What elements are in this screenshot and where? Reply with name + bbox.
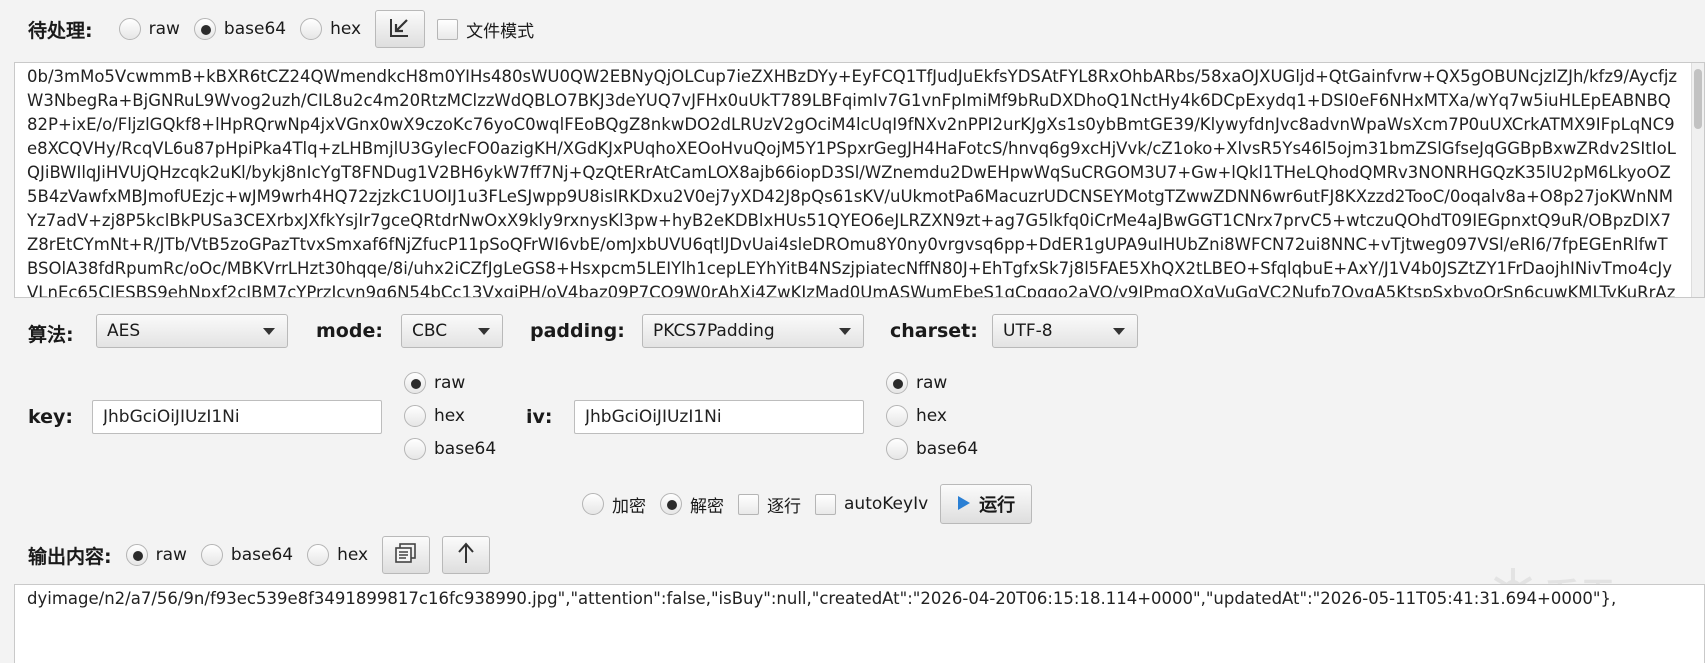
actions-row: 加密 解密 逐行 autoKeyIv 运行 (582, 484, 1033, 524)
mode-select[interactable]: CBC (401, 314, 503, 348)
radio-indicator (886, 438, 908, 460)
radio-indicator (193, 18, 216, 40)
decrypt-radio[interactable]: 解密 (660, 492, 724, 517)
radio-indicator (404, 438, 426, 460)
radio-indicator (118, 18, 141, 40)
key-format-raw[interactable]: raw (404, 372, 496, 394)
mode-label: mode: (316, 320, 383, 342)
file-mode-checkbox[interactable]: 文件模式 (437, 17, 534, 42)
padding-label: padding: (530, 320, 625, 342)
iv-input[interactable] (574, 400, 864, 434)
iv-format-raw[interactable]: raw (886, 372, 978, 394)
radio-indicator (300, 18, 323, 40)
iv-label: iv: (526, 406, 553, 428)
algo-select[interactable]: AES (96, 314, 288, 348)
key-format-group: raw hex base64 (404, 372, 510, 460)
play-icon (957, 494, 971, 515)
input-format-base64[interactable]: base64 (193, 18, 286, 40)
encrypt-radio[interactable]: 加密 (582, 492, 646, 517)
chevron-down-icon (1113, 328, 1125, 335)
chevron-down-icon (478, 328, 490, 335)
scrollbar-thumb[interactable] (1694, 69, 1702, 129)
input-textarea[interactable]: 0b/3mMo5VcwmmB+kBXR6tCZ24QWmendkcH8m0YIH… (14, 62, 1705, 298)
radio-indicator (582, 493, 604, 515)
algo-label: 算法: (28, 324, 74, 346)
output-format-raw[interactable]: raw (125, 544, 187, 566)
input-scrollbar[interactable] (1691, 63, 1704, 297)
key-input[interactable] (92, 400, 382, 434)
radio-indicator (307, 544, 330, 566)
key-format-hex[interactable]: hex (404, 405, 496, 427)
radio-indicator (886, 405, 908, 427)
radio-indicator (886, 372, 908, 394)
checkbox-indicator (815, 493, 836, 515)
charset-label: charset: (890, 320, 978, 342)
input-label: 待处理: (28, 19, 93, 42)
iv-format-hex[interactable]: hex (886, 405, 978, 427)
key-label: key: (28, 406, 73, 428)
import-button[interactable] (375, 10, 426, 48)
output-textarea[interactable]: dyimage/n2/a7/56/9n/f93ec539e8f349189981… (14, 584, 1705, 663)
key-format-base64[interactable]: base64 (404, 438, 496, 460)
autokeyiv-checkbox[interactable]: autoKeyIv (815, 493, 928, 515)
chevron-down-icon (839, 328, 851, 335)
line-by-line-checkbox[interactable]: 逐行 (738, 492, 801, 517)
input-format-raw[interactable]: raw (118, 18, 180, 40)
checkbox-indicator (437, 18, 459, 40)
run-button[interactable]: 运行 (940, 484, 1033, 524)
radio-indicator (125, 544, 148, 566)
clipboard-icon (395, 542, 417, 568)
output-text: dyimage/n2/a7/56/9n/f93ec539e8f349189981… (27, 589, 1617, 608)
output-label: 输出内容: (28, 545, 112, 568)
iv-format-base64[interactable]: base64 (886, 438, 978, 460)
move-up-button[interactable] (442, 536, 491, 574)
padding-select[interactable]: PKCS7Padding (642, 314, 864, 348)
output-format-hex[interactable]: hex (307, 544, 368, 566)
iv-format-group: raw hex base64 (886, 372, 992, 460)
copy-button[interactable] (382, 536, 431, 574)
charset-select[interactable]: UTF-8 (992, 314, 1138, 348)
arrow-up-icon (457, 541, 475, 569)
radio-indicator (404, 405, 426, 427)
input-text: 0b/3mMo5VcwmmB+kBXR6tCZ24QWmendkcH8m0YIH… (27, 67, 1678, 298)
chevron-down-icon (263, 328, 275, 335)
radio-indicator (660, 493, 682, 515)
arrow-down-left-icon (389, 16, 411, 43)
radio-indicator (404, 372, 426, 394)
output-format-row: 输出内容: raw base64 hex (28, 536, 491, 574)
input-format-row: 待处理: raw base64 hex 文件模式 (28, 10, 534, 48)
output-format-base64[interactable]: base64 (200, 544, 293, 566)
input-format-hex[interactable]: hex (300, 18, 361, 40)
checkbox-indicator (738, 493, 759, 515)
radio-indicator (200, 544, 223, 566)
